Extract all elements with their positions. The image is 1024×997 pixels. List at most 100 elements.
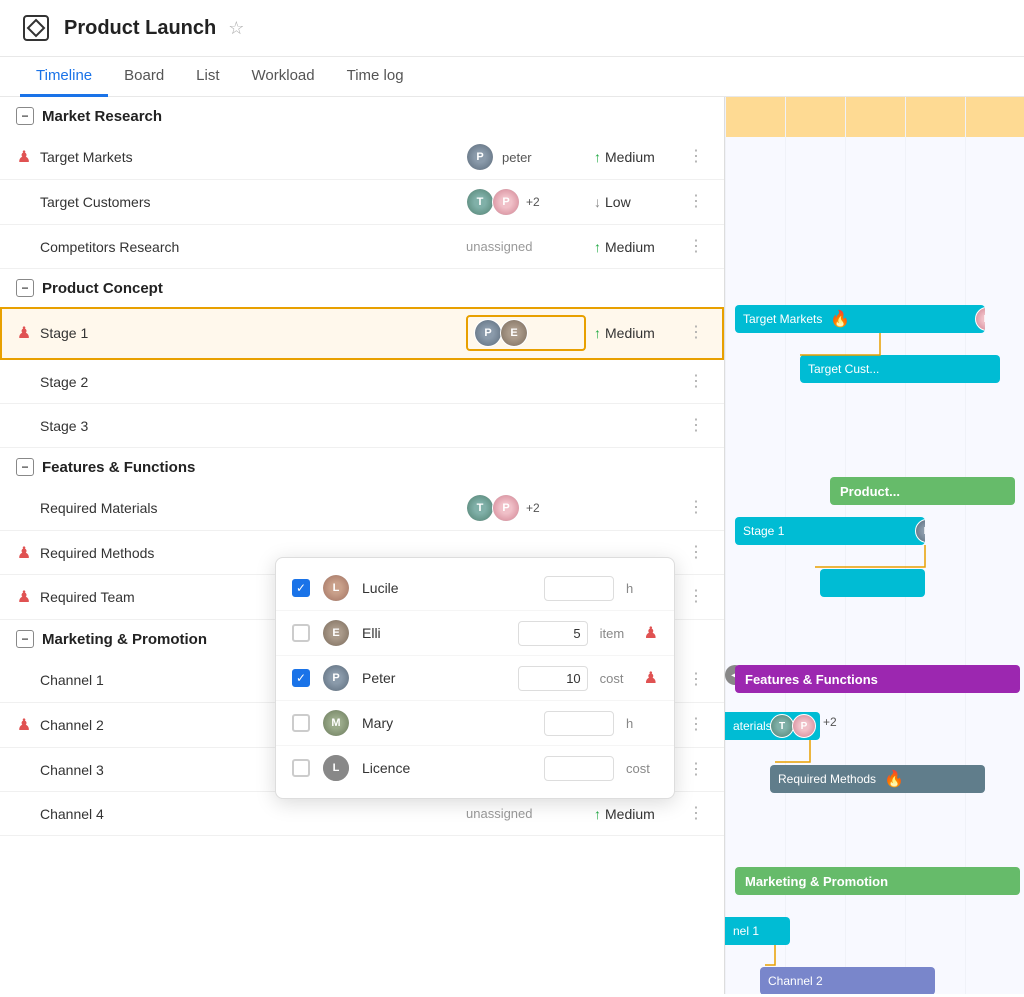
- assignees: T P +2: [466, 188, 586, 216]
- dropdown-input-licence[interactable]: [544, 756, 614, 781]
- gantt-background: [725, 97, 1024, 994]
- gantt-content: ◀ Target Markets 🔥 P Target Cust...: [725, 97, 1024, 994]
- section-market-research: − Market Research: [0, 97, 724, 135]
- section-product-concept: − Product Concept: [0, 269, 724, 307]
- more-menu-button[interactable]: ⋮: [684, 541, 708, 565]
- arrow-down-icon: ↓: [594, 194, 601, 210]
- tab-workload[interactable]: Workload: [236, 57, 331, 97]
- checkbox-peter[interactable]: ✓: [292, 669, 310, 687]
- dropdown-input-lucile[interactable]: [544, 576, 614, 601]
- assignees: T P +2: [466, 494, 586, 522]
- gantt-bar-product-concept: Product...: [830, 477, 1015, 505]
- tab-timeline[interactable]: Timeline: [20, 57, 108, 97]
- gantt-bar-marketing-promotion: Marketing & Promotion: [735, 867, 1020, 895]
- star-icon[interactable]: ☆: [228, 18, 244, 39]
- more-menu-button[interactable]: ⋮: [684, 802, 708, 826]
- dropdown-name-mary: Mary: [362, 715, 532, 731]
- gantt-bar-features-functions: Features & Functions: [735, 665, 1020, 693]
- person-icon: ♟: [18, 147, 30, 167]
- app-header: Product Launch ☆: [0, 0, 1024, 57]
- checkbox-lucile[interactable]: ✓: [292, 579, 310, 597]
- task-name: Stage 1: [40, 325, 466, 341]
- gantt-bar-label: Channel 2: [768, 974, 823, 988]
- gantt-bar-label: Product...: [840, 484, 900, 499]
- app-title: Product Launch: [64, 17, 216, 40]
- more-menu-button[interactable]: ⋮: [684, 668, 708, 692]
- more-menu-button[interactable]: ⋮: [684, 585, 708, 609]
- flame-icon: 🔥: [884, 769, 904, 789]
- dropdown-name-elli: Elli: [362, 625, 506, 641]
- arrow-up-icon: ↑: [594, 149, 601, 165]
- priority: ↑ Medium: [594, 149, 684, 165]
- gantt-bar-channel2: Channel 2: [760, 967, 935, 994]
- avatar-lucile: L: [322, 574, 350, 602]
- more-menu-button[interactable]: ⋮: [684, 758, 708, 782]
- task-name: Stage 3: [40, 418, 466, 434]
- person-icon: ♟: [18, 543, 30, 563]
- unassigned-label: unassigned: [466, 806, 586, 821]
- collapse-features-functions[interactable]: −: [16, 458, 34, 476]
- tab-list[interactable]: List: [180, 57, 235, 97]
- more-menu-button[interactable]: ⋮: [684, 414, 708, 438]
- dropdown-unit-mary: h: [626, 716, 658, 731]
- person-red-icon: ♟: [644, 668, 658, 688]
- priority-label: Medium: [605, 806, 655, 822]
- assignees: unassigned: [466, 239, 586, 254]
- more-menu-button[interactable]: ⋮: [684, 190, 708, 214]
- dropdown-name-lucile: Lucile: [362, 580, 532, 596]
- arrow-up-icon: ↑: [594, 806, 601, 822]
- tab-board[interactable]: Board: [108, 57, 180, 97]
- person-icon: ♟: [18, 323, 30, 343]
- task-row: ♟ Stage 1 P E ↑ Medium ⋮: [0, 307, 724, 360]
- task-name: Target Customers: [40, 194, 466, 210]
- dropdown-row-lucile: ✓ L Lucile h: [276, 566, 674, 611]
- section-features-functions-label: Features & Functions: [42, 459, 195, 476]
- section-product-concept-label: Product Concept: [42, 280, 163, 297]
- more-menu-button[interactable]: ⋮: [684, 496, 708, 520]
- dropdown-row-mary: M Mary h: [276, 701, 674, 746]
- more-menu-button[interactable]: ⋮: [684, 370, 708, 394]
- checkbox-mary[interactable]: [292, 714, 310, 732]
- task-row: Competitors Research unassigned ↑ Medium…: [0, 225, 724, 269]
- gantt-bar-required-methods: Required Methods 🔥: [770, 765, 985, 793]
- section-marketing-promotion-label: Marketing & Promotion: [42, 631, 207, 648]
- section-market-research-label: Market Research: [42, 108, 162, 125]
- dropdown-input-peter[interactable]: [518, 666, 588, 691]
- dropdown-unit-peter: cost: [600, 671, 632, 686]
- main-layout: − Market Research ♟ Target Markets P pet…: [0, 97, 1024, 994]
- more-menu-button[interactable]: ⋮: [684, 321, 708, 345]
- collapse-product-concept[interactable]: −: [16, 279, 34, 297]
- avatar-elli: E: [322, 619, 350, 647]
- dropdown-unit-elli: item: [600, 626, 632, 641]
- checkbox-elli[interactable]: [292, 624, 310, 642]
- priority-label: Medium: [605, 149, 655, 165]
- priority: ↓ Low: [594, 194, 684, 210]
- dropdown-unit-licence: cost: [626, 761, 658, 776]
- extra-count: +2: [526, 501, 540, 515]
- gantt-bar-label: Target Cust...: [808, 362, 879, 376]
- gantt-bar-label: Stage 1: [743, 524, 784, 538]
- checkbox-licence[interactable]: [292, 759, 310, 777]
- extra-count: +2: [526, 195, 540, 209]
- app-logo-icon: [20, 12, 52, 44]
- more-menu-button[interactable]: ⋮: [684, 235, 708, 259]
- dropdown-row-peter: ✓ P Peter cost ♟: [276, 656, 674, 701]
- gantt-bar-label: nel 1: [733, 924, 759, 938]
- more-menu-button[interactable]: ⋮: [684, 713, 708, 737]
- dropdown-input-elli[interactable]: [518, 621, 588, 646]
- flame-icon: 🔥: [830, 309, 850, 329]
- gantt-bar-label: Features & Functions: [745, 672, 878, 687]
- gantt-avatar-pink: P: [792, 714, 816, 738]
- collapse-market-research[interactable]: −: [16, 107, 34, 125]
- avatar: E: [500, 319, 528, 347]
- avatar: T: [466, 494, 494, 522]
- collapse-marketing-promotion[interactable]: −: [16, 630, 34, 648]
- dropdown-input-mary[interactable]: [544, 711, 614, 736]
- tab-timelog[interactable]: Time log: [331, 57, 420, 97]
- more-menu-button[interactable]: ⋮: [684, 145, 708, 169]
- gantt-bar-required-materials: aterials T P: [725, 712, 820, 740]
- avatar: P: [466, 143, 494, 171]
- avatar-mary: M: [322, 709, 350, 737]
- person-icon: ♟: [18, 715, 30, 735]
- priority-label: Low: [605, 194, 631, 210]
